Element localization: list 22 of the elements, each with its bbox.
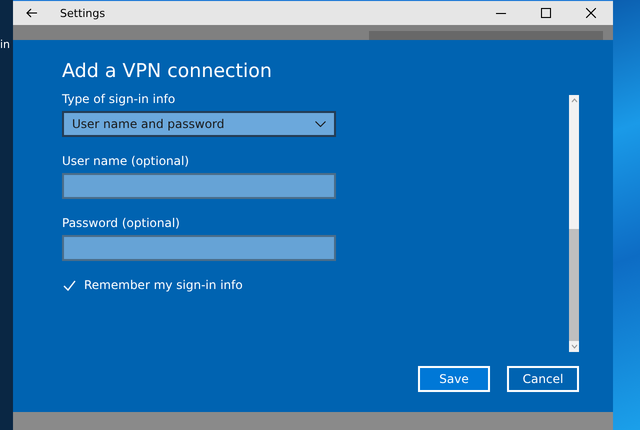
dialog-title: Add a VPN connection: [62, 60, 273, 82]
maximize-icon: [540, 8, 550, 18]
dropdown[interactable]: User name and password: [62, 111, 336, 137]
scroll-up-icon: [570, 98, 578, 103]
input-field[interactable]: [62, 235, 336, 261]
field-label: Password (optional): [62, 216, 181, 230]
cancel-button[interactable]: Cancel: [507, 366, 579, 392]
input-field[interactable]: [62, 173, 336, 199]
field-label: Type of sign-in info: [62, 92, 176, 106]
minimize-icon: [496, 12, 506, 14]
scrollbar[interactable]: [569, 95, 579, 352]
field-label: User name (optional): [62, 154, 190, 168]
window-title: Settings: [60, 6, 106, 20]
close-icon: [586, 8, 596, 18]
scrollbar-thumb[interactable]: [569, 229, 579, 341]
chevron-down-icon: [315, 121, 326, 127]
back-arrow-icon: [26, 8, 38, 18]
checkbox-label: Remember my sign-in info: [84, 278, 243, 292]
scroll-down-icon: [570, 344, 578, 349]
checkbox[interactable]: [62, 278, 76, 292]
desktop-icon-label: in: [0, 38, 12, 51]
save-button[interactable]: Save: [418, 366, 490, 392]
